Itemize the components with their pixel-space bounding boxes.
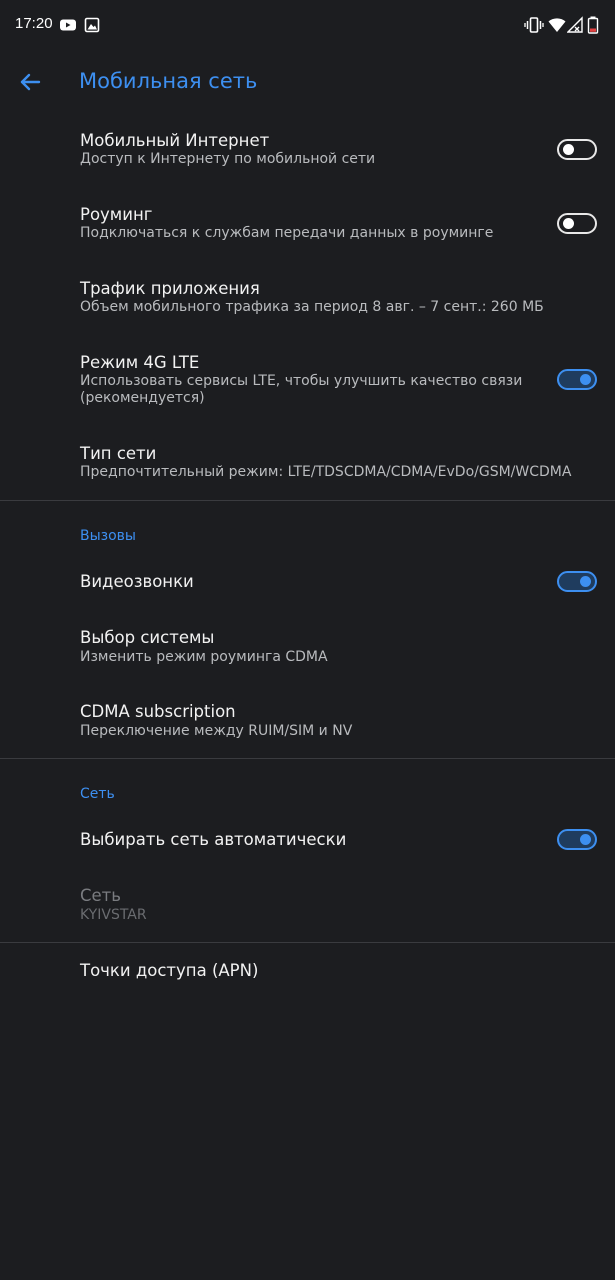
roaming-title: Роуминг <box>80 205 153 224</box>
network-summary: KYIVSTAR <box>80 907 147 923</box>
status-time: 17:20 <box>15 15 53 32</box>
cdma-subscription-summary: Переключение между RUIM/SIM и NV <box>80 723 353 739</box>
auto-select-network-title: Выбирать сеть автоматически <box>80 830 347 849</box>
cdma-subscription-title: CDMA subscription <box>80 702 236 721</box>
lte-mode-title: Режим 4G LTE <box>80 353 200 372</box>
vibrate-icon <box>524 17 544 33</box>
app-traffic-title: Трафик приложения <box>80 279 260 298</box>
arrow-back-icon[interactable] <box>18 69 44 95</box>
network-type-row[interactable]: Тип сети Предпочтительный режим: LTE/TDS… <box>0 436 615 496</box>
network-type-title: Тип сети <box>80 444 157 463</box>
roaming-summary: Подключаться к службам передачи данных в… <box>80 225 494 241</box>
lte-mode-toggle[interactable] <box>557 369 597 390</box>
network-type-summary: Предпочтительный режим: LTE/TDSCDMA/CDMA… <box>80 464 572 480</box>
app-traffic-row[interactable]: Трафик приложения Объем мобильного трафи… <box>0 270 615 336</box>
system-select-title: Выбор системы <box>80 628 215 647</box>
network-title: Сеть <box>80 886 122 905</box>
roaming-toggle[interactable] <box>557 213 597 234</box>
auto-select-network-toggle[interactable] <box>557 829 597 850</box>
roaming-row[interactable]: Роуминг Подключаться к службам передачи … <box>0 196 615 262</box>
toggle-knob <box>563 218 574 229</box>
network-row: Сеть KYIVSTAR <box>0 878 615 938</box>
divider <box>0 758 615 759</box>
toggle-knob <box>580 576 591 587</box>
toggle-knob <box>580 834 591 845</box>
signal-icon <box>567 16 583 33</box>
battery-low-icon <box>587 16 599 34</box>
toggle-knob <box>580 374 591 385</box>
lte-mode-summary: Использовать сервисы LTE, чтобы улучшить… <box>80 373 523 406</box>
apn-row[interactable]: Точки доступа (APN) <box>0 950 615 994</box>
section-header-calls: Вызовы <box>80 528 136 544</box>
app-traffic-summary: Объем мобильного трафика за период 8 авг… <box>80 299 544 315</box>
mobile-data-row[interactable]: Мобильный Интернет Доступ к Интернету по… <box>0 122 615 188</box>
section-header-network: Сеть <box>80 786 115 802</box>
gallery-icon <box>84 17 100 33</box>
toggle-knob <box>563 144 574 155</box>
status-bar: 17:20 <box>0 0 615 52</box>
mobile-data-toggle[interactable] <box>557 139 597 160</box>
video-calls-toggle[interactable] <box>557 571 597 592</box>
mobile-data-summary: Доступ к Интернету по мобильной сети <box>80 151 376 167</box>
wifi-icon <box>548 18 566 32</box>
youtube-icon <box>60 19 76 31</box>
video-calls-title: Видеозвонки <box>80 572 194 591</box>
system-select-summary: Изменить режим роуминга CDMA <box>80 649 328 665</box>
apn-title: Точки доступа (APN) <box>80 961 259 980</box>
divider <box>0 500 615 501</box>
mobile-data-title: Мобильный Интернет <box>80 131 270 150</box>
system-select-row[interactable]: Выбор системы Изменить режим роуминга CD… <box>0 620 615 680</box>
lte-mode-row[interactable]: Режим 4G LTE Использовать сервисы LTE, ч… <box>0 344 615 424</box>
page-title: Мобильная сеть <box>79 69 258 93</box>
divider <box>0 942 615 943</box>
cdma-subscription-row[interactable]: CDMA subscription Переключение между RUI… <box>0 694 615 754</box>
app-bar: Мобильная сеть <box>0 52 615 112</box>
video-calls-row[interactable]: Видеозвонки <box>0 560 615 604</box>
auto-select-network-row[interactable]: Выбирать сеть автоматически <box>0 818 615 862</box>
